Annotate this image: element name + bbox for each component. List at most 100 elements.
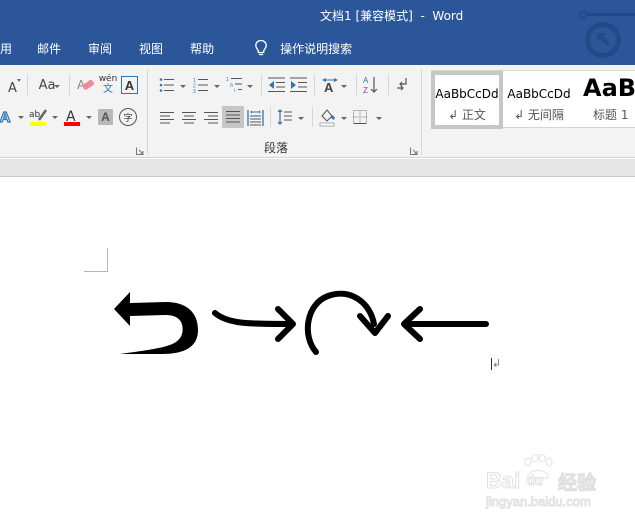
asian-layout-icon[interactable]: A [321, 76, 339, 94]
baidu-watermark: Bai du 经验 jingyan.baidu.com [485, 454, 601, 514]
numbering-dropdown-icon[interactable] [214, 85, 220, 88]
line-spacing-dropdown-icon[interactable] [298, 117, 304, 120]
paragraph-mark: ↲ [491, 357, 502, 371]
align-right-icon[interactable] [203, 111, 219, 125]
svg-text:a: a [230, 83, 233, 89]
style-name: 标题 1 [593, 108, 629, 122]
text-effects-label: A [0, 108, 11, 126]
svg-text:A: A [324, 80, 334, 94]
watermark-brand-cn: 经验 [557, 473, 597, 495]
style-heading-1[interactable]: AaBl 标题 1 [575, 71, 635, 129]
text-effects-dropdown-icon[interactable] [18, 116, 24, 119]
justify-button[interactable] [222, 106, 244, 128]
circular-clockwise-arrow-shape[interactable] [298, 288, 394, 360]
phonetic-char: 文 [103, 84, 113, 95]
character-border-label: A [124, 77, 135, 93]
borders-icon[interactable] [353, 110, 367, 124]
justify-icon [226, 111, 240, 123]
separator [388, 75, 389, 95]
separator [69, 75, 70, 95]
separator [356, 75, 357, 95]
style-no-spacing[interactable]: AaBbCcDd ↲ 无间隔 [503, 71, 575, 129]
u-turn-left-arrow-shape[interactable] [112, 288, 202, 360]
character-shading-label: A [101, 110, 110, 124]
style-name: ↲ 正文 [448, 108, 486, 122]
left-arrow-shape[interactable] [398, 304, 492, 344]
borders-dropdown-icon[interactable] [376, 117, 382, 120]
numbering-icon[interactable]: 123 [193, 77, 209, 93]
decrease-indent-icon[interactable] [268, 77, 286, 93]
tell-me-label: 操作说明搜索 [280, 41, 353, 56]
tab-view[interactable]: 视图 [139, 40, 163, 57]
margin-corner-mark [84, 248, 108, 272]
styles-gallery: AaBbCcDd ↲ 正文 AaBbCcDd ↲ 无间隔 AaBl 标题 1 [431, 70, 635, 129]
font-dialog-launcher-icon[interactable] [136, 147, 144, 155]
text-effects-button[interactable]: A [0, 107, 12, 127]
svg-text:A: A [8, 81, 17, 95]
paragraph-mark-glyph: ↲ [492, 358, 502, 370]
line-spacing-icon[interactable] [277, 108, 293, 126]
group-separator [147, 69, 148, 155]
tab-references[interactable]: 用 [0, 40, 12, 57]
style-name: ↲ 无间隔 [514, 108, 564, 122]
highlight-icon: ab [29, 109, 48, 126]
phonetic-guide-button[interactable]: wén 文 [98, 73, 118, 97]
curved-right-arrow-shape[interactable] [208, 302, 300, 346]
watermark-brand: Bai [485, 468, 521, 494]
separator [312, 107, 313, 127]
phonetic-pinyin: wén [98, 74, 118, 84]
sort-icon[interactable]: AZ [363, 75, 379, 95]
window-title: 文档1 [兼容模式] - Word [320, 9, 464, 23]
distributed-icon[interactable] [247, 109, 264, 127]
change-case-dropdown-icon[interactable] [54, 85, 60, 88]
shrink-font-button[interactable]: A [4, 75, 24, 95]
increase-indent-icon[interactable] [290, 77, 308, 93]
shading-icon[interactable] [319, 107, 337, 127]
font-color-button[interactable]: A [63, 106, 81, 128]
svg-text:i: i [234, 88, 235, 94]
highlight-button[interactable]: ab [29, 106, 49, 128]
clear-formatting-icon: A [77, 78, 95, 92]
svg-text:1: 1 [226, 77, 229, 83]
title-bar: 文档1 [兼容模式] - Word 用 邮件 审阅 视图 帮助 操作说明搜索 [0, 0, 635, 65]
style-sample: AaBbCcDd [507, 87, 571, 101]
decoration-arrow-icon [597, 33, 610, 46]
style-sample: AaBl [583, 74, 635, 102]
watermark-url: jingyan.baidu.com [486, 494, 592, 510]
align-left-icon[interactable] [159, 111, 175, 125]
font-color-dropdown-icon[interactable] [86, 116, 92, 119]
clear-formatting-button[interactable]: A [76, 74, 96, 96]
change-case-label: Aa [38, 77, 56, 93]
decoration-line [586, 13, 635, 16]
style-sample: AaBbCcDd [435, 87, 499, 101]
bullets-icon[interactable] [159, 77, 175, 93]
bullets-dropdown-icon[interactable] [180, 85, 186, 88]
lightbulb-icon [255, 39, 267, 56]
paragraph-dialog-launcher-icon[interactable] [410, 147, 418, 155]
enclose-characters-button[interactable]: 字 [119, 108, 137, 126]
tab-help[interactable]: 帮助 [190, 40, 214, 57]
ribbon-tabs: 用 邮件 审阅 视图 帮助 操作说明搜索 [0, 38, 352, 58]
tab-review[interactable]: 审阅 [88, 40, 112, 57]
svg-text:A: A [363, 76, 369, 85]
multilevel-list-icon[interactable]: 1ai [226, 76, 244, 94]
tab-mailings[interactable]: 邮件 [37, 40, 61, 57]
highlight-dropdown-icon[interactable] [52, 116, 58, 119]
character-border-button[interactable]: A [121, 76, 138, 94]
separator [27, 75, 28, 95]
watermark-brand-du: du [525, 472, 544, 489]
multilevel-list-dropdown-icon[interactable] [247, 85, 253, 88]
svg-text:3: 3 [193, 89, 196, 93]
shading-dropdown-icon[interactable] [341, 117, 347, 120]
separator [270, 107, 271, 127]
group-separator [421, 69, 422, 155]
tell-me-search[interactable]: 操作说明搜索 [254, 39, 352, 57]
style-normal[interactable]: AaBbCcDd ↲ 正文 [431, 71, 503, 129]
show-marks-icon[interactable] [396, 77, 410, 93]
shrink-font-icon: A [8, 79, 21, 95]
center-icon[interactable] [181, 111, 197, 125]
separator [261, 75, 262, 95]
ribbon-collapse-bar [0, 159, 635, 177]
asian-layout-dropdown-icon[interactable] [341, 85, 347, 88]
character-shading-button[interactable]: A [98, 109, 113, 125]
